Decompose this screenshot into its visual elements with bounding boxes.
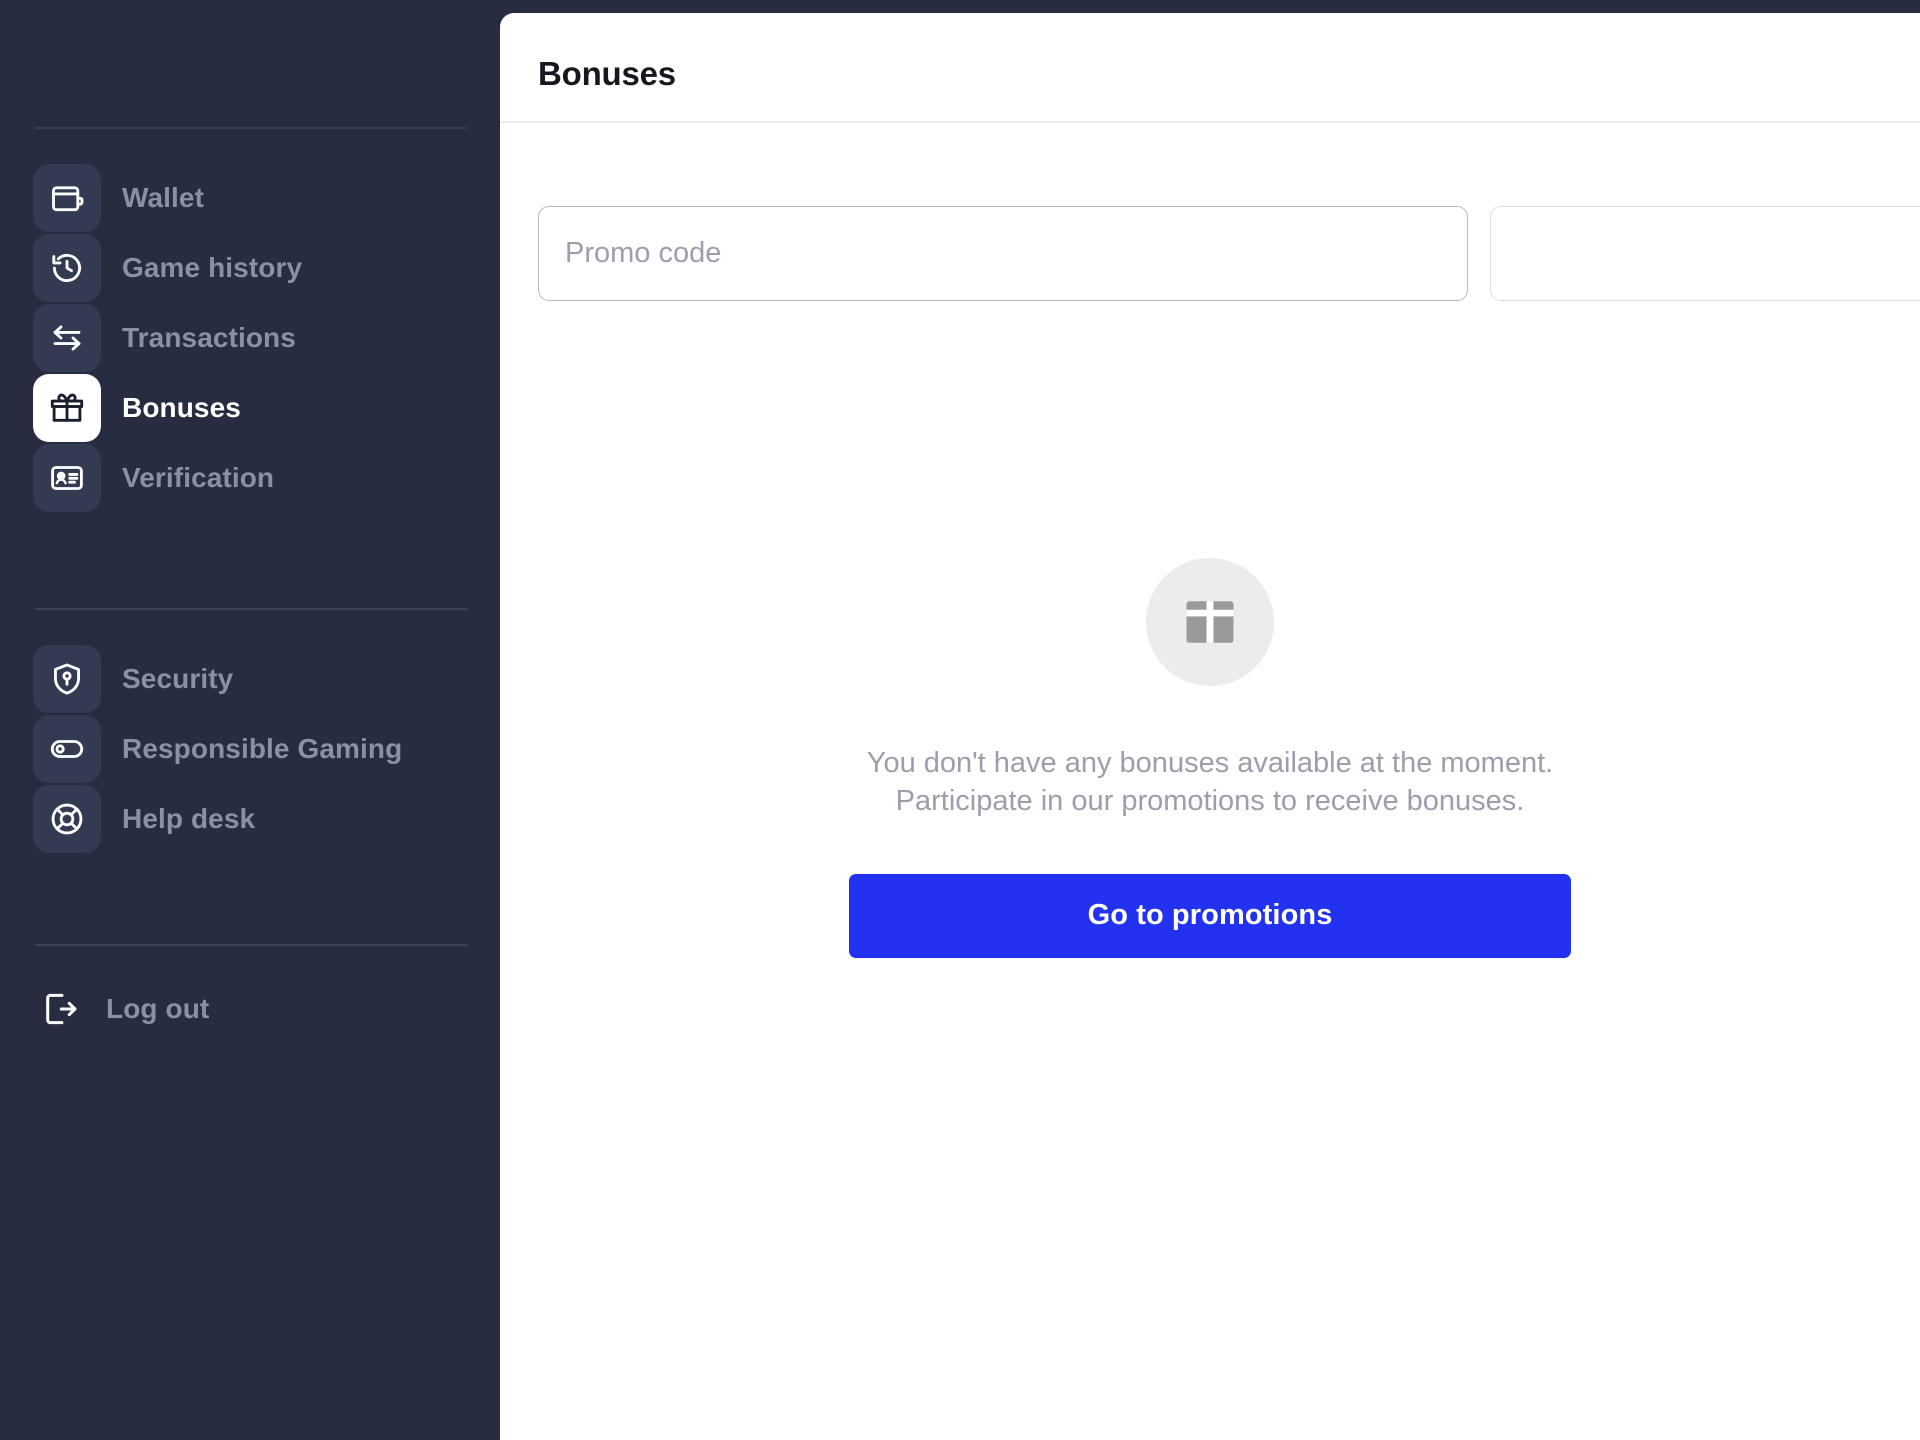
sidebar-item-label: Responsible Gaming: [122, 733, 402, 765]
empty-state: You don't have any bonuses available at …: [500, 558, 1920, 958]
app-root: Wallet Game history: [0, 0, 1920, 1440]
sidebar-item-label: Help desk: [122, 803, 255, 835]
sidebar-item-game-history[interactable]: Game history: [0, 233, 500, 303]
logout-button[interactable]: Log out: [0, 976, 209, 1042]
sidebar-item-label: Bonuses: [122, 392, 241, 424]
sidebar-group-support: Security Responsible Gaming: [0, 644, 500, 854]
promo-code-input[interactable]: [538, 206, 1468, 301]
transactions-icon: [33, 304, 101, 372]
empty-state-message: You don't have any bonuses available at …: [867, 744, 1553, 821]
history-icon: [33, 234, 101, 302]
toggle-icon: [33, 715, 101, 783]
sidebar-group-account: Wallet Game history: [0, 163, 500, 513]
sidebar-item-responsible-gaming[interactable]: Responsible Gaming: [0, 714, 500, 784]
gift-icon: [33, 374, 101, 442]
sidebar-item-verification[interactable]: Verification: [0, 443, 500, 513]
id-card-icon: [33, 444, 101, 512]
sidebar-item-label: Verification: [122, 462, 274, 494]
main-panel: Bonuses You don't have any bonuses avail…: [500, 13, 1920, 1440]
lifebuoy-icon: [33, 785, 101, 853]
page-title: Bonuses: [538, 55, 676, 93]
sidebar-divider-top: [35, 127, 467, 129]
promo-form-row: [538, 206, 1920, 301]
logout-icon: [33, 981, 89, 1037]
logout-label: Log out: [106, 993, 209, 1025]
sidebar-item-label: Game history: [122, 252, 302, 284]
empty-state-message-line-2: Participate in our promotions to receive…: [867, 782, 1553, 820]
secondary-input[interactable]: [1490, 206, 1920, 301]
panel-header: Bonuses: [500, 13, 1920, 121]
sidebar-item-wallet[interactable]: Wallet: [0, 163, 500, 233]
sidebar-divider-middle: [35, 608, 467, 610]
shield-key-icon: [33, 645, 101, 713]
sidebar-item-transactions[interactable]: Transactions: [0, 303, 500, 373]
header-divider: [500, 121, 1920, 123]
sidebar-item-bonuses[interactable]: Bonuses: [0, 373, 500, 443]
sidebar-divider-bottom: [35, 944, 467, 946]
sidebar: Wallet Game history: [0, 0, 500, 1440]
sidebar-item-label: Security: [122, 663, 233, 695]
sidebar-item-help-desk[interactable]: Help desk: [0, 784, 500, 854]
wallet-icon: [33, 164, 101, 232]
go-to-promotions-button[interactable]: Go to promotions: [849, 874, 1571, 958]
gift-icon: [1146, 558, 1274, 686]
empty-state-message-line-1: You don't have any bonuses available at …: [867, 744, 1553, 782]
sidebar-item-security[interactable]: Security: [0, 644, 500, 714]
sidebar-item-label: Transactions: [122, 322, 296, 354]
sidebar-item-label: Wallet: [122, 182, 204, 214]
